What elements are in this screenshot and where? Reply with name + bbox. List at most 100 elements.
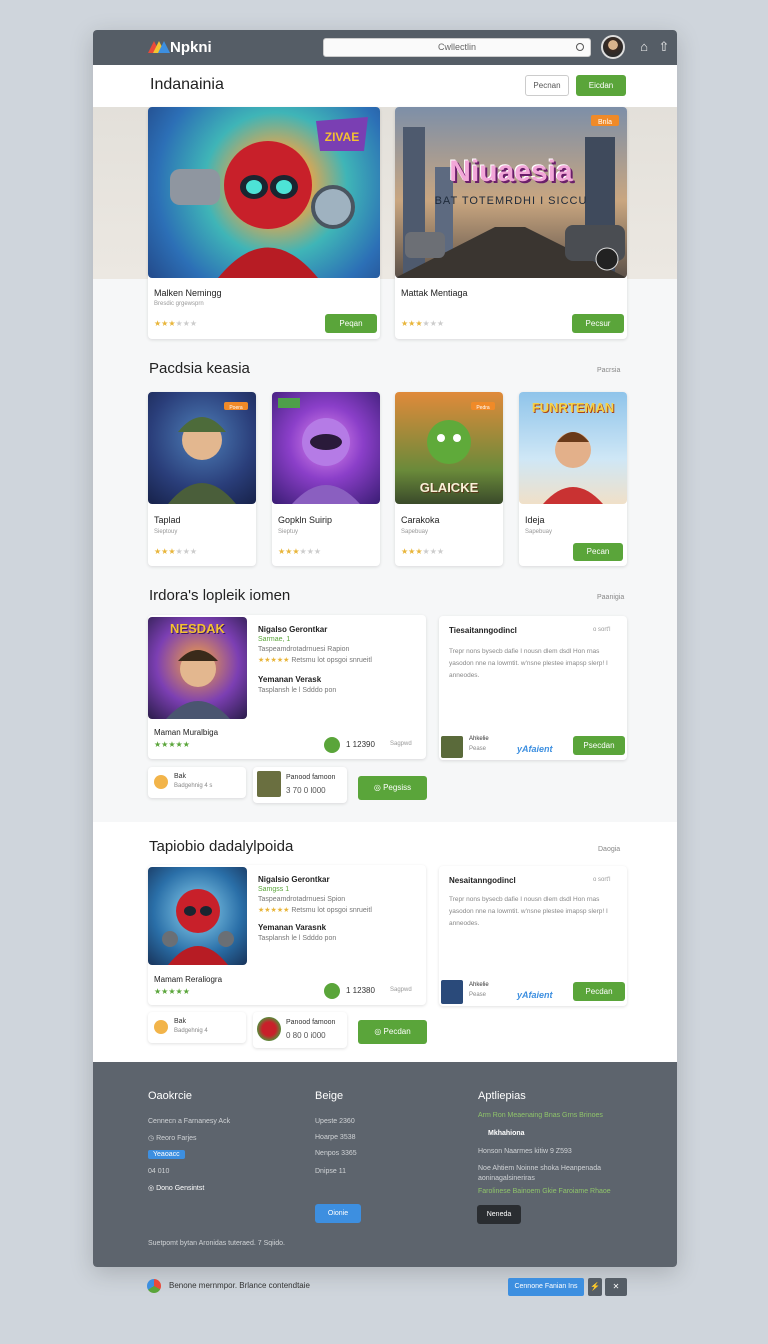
panel-body: Trepr nons bysecb dafie I nousn dlem dsd… (449, 896, 608, 927)
page-title: Indanainia (150, 76, 224, 93)
primary-button[interactable]: Eicdan (576, 75, 626, 96)
bolt-icon[interactable]: ⚡ (588, 1278, 602, 1296)
chip[interactable]: Bak Badgehnig 4 (148, 1012, 246, 1043)
featured-stars: ★★★★★ (154, 740, 190, 749)
stat-icon (324, 737, 340, 753)
section-link[interactable]: Paanigia (597, 594, 624, 601)
panel-mini-subtitle: Pease (469, 746, 487, 752)
bottom-bar: Benone mernmpor. Brlance contendtaie Cen… (147, 1278, 627, 1298)
chip-icon (154, 775, 168, 789)
panel-mini-title: Ahkelie (469, 982, 489, 988)
app-logo[interactable]: Npkni (148, 38, 212, 56)
featured-caption: Maman Muralbiga (154, 728, 219, 737)
game-card[interactable]: Pedra GLAICKE Carakoka Sapebuay ★★★★★★ (395, 392, 503, 566)
hero-card-button[interactable]: Peqan (325, 314, 377, 333)
panel-body: Trepr nons bysecb dafie I nousn dlem dsd… (449, 648, 608, 679)
footer-text: 04 010 (148, 1168, 170, 1175)
chip-title: Panood famoon (286, 1019, 336, 1026)
featured-card[interactable]: Nigalsio Gerontkar Samgss 1 Taspeamdrota… (148, 865, 426, 1005)
footer-dark-button[interactable]: Neneda (477, 1205, 521, 1224)
action-icon: ◎ (374, 1027, 384, 1036)
game-card[interactable]: FUNRTEMAN Ideja Sapebuay Pecan (519, 392, 627, 566)
game-card[interactable]: Poera Taplad Sieptouy ★★★★★★ (148, 392, 256, 566)
section-link[interactable]: Pacrsia (597, 367, 620, 374)
panel-button[interactable]: Pecdan (573, 982, 625, 1001)
game-subtitle: Sieptouy (154, 529, 178, 535)
user-avatar[interactable] (601, 35, 625, 59)
game-card-button[interactable]: Pecan (573, 543, 623, 561)
panel-mini-title: Ahkelie (469, 736, 489, 742)
action-icon: ◎ (373, 783, 384, 792)
featured-art (148, 867, 247, 965)
featured-card[interactable]: NESDAK Nigalso Gerontkar Sarmae, 1 Taspe… (148, 615, 426, 759)
search-placeholder: Cwllectlin (437, 42, 476, 52)
chip-title: Panood famoon (286, 774, 336, 781)
footer-text: Mkhahiona (488, 1130, 525, 1137)
section-action-button[interactable]: ◎ Pegsiss (358, 776, 427, 800)
game-subtitle: Sapebuay (401, 529, 429, 535)
game-card[interactable]: Gopkln Suirip Sieptuy ★★★★★★ (272, 392, 380, 566)
panel-mini-subtitle: Pease (469, 992, 487, 998)
hero-card-button[interactable]: Pecsur (572, 314, 624, 333)
rating-stars: ★★★★★★ (278, 547, 322, 556)
game-art (272, 392, 380, 504)
footer-link[interactable]: Cennecn a Farnanesy Ack (148, 1118, 230, 1125)
svg-text:ZIVAE: ZIVAE (325, 130, 359, 144)
chip-subtitle: Badgehnig 4 s (174, 783, 213, 789)
footer-link[interactable]: Farolinese Bainoem Gkie Faroiame Rhaoe (478, 1188, 611, 1195)
footer-row: Dnipse 11 (315, 1168, 347, 1175)
featured-tag: Samgss 1 (258, 886, 290, 893)
section-action-button[interactable]: ◎ Pecdan (358, 1020, 427, 1044)
upload-icon[interactable]: ⇧ (657, 40, 671, 54)
featured-stat-label: Sagpwd (390, 741, 412, 747)
section-title: Pacdsia keasia (149, 360, 250, 377)
game-art: Pedra GLAICKE (395, 392, 503, 504)
featured-subdescription: Tasplansh le l Sdddo pon (258, 935, 337, 942)
featured-subdescription: Tasplansh le l Sdddo pon (258, 687, 337, 694)
footer-link[interactable]: Arm Ron Meaenaing Bnas Grns Brinoes (478, 1112, 603, 1119)
globe-icon: ◎ (148, 1185, 157, 1192)
footer-link[interactable]: ◎ Dono Gensintst (148, 1184, 204, 1192)
close-icon[interactable]: ✕ (605, 1278, 627, 1296)
game-title: Taplad (154, 515, 181, 525)
game-badge: Poera (229, 405, 243, 411)
footer-badge: Yeaoacc (148, 1150, 185, 1159)
chip[interactable]: Panood famoon 0 80 0 i000 (253, 1012, 347, 1048)
footer-button[interactable]: Oionie (315, 1204, 361, 1223)
footer-row: Hoarpe 3538 (315, 1134, 356, 1141)
hero-art-badge: Bnla (598, 119, 612, 126)
chip-title: Bak (174, 1018, 187, 1025)
featured-subname: Yemanan Verask (258, 675, 322, 684)
chip-subtitle: 3 70 0 l000 (286, 786, 326, 795)
featured-art: NESDAK (148, 617, 247, 719)
panel-button[interactable]: Psecdan (573, 736, 625, 755)
outline-button[interactable]: Pecnan (525, 75, 569, 96)
chip-icon (154, 1020, 168, 1034)
rating-stars: ★★★★★★ (154, 547, 198, 556)
hero-card-2[interactable]: Bnla Niuaesia BAT TOTEMRDHI I SICCU Matt… (395, 107, 627, 339)
hero-art-1: ZIVAE (148, 107, 380, 278)
game-subtitle: Sapebuay (525, 529, 553, 535)
game-title: Gopkln Suirip (278, 515, 333, 525)
search-input[interactable]: Cwllectlin (323, 38, 591, 57)
hero-art-2: Bnla Niuaesia BAT TOTEMRDHI I SICCU (395, 107, 627, 278)
featured-stat-label: Sagpwd (390, 987, 412, 993)
footer-link[interactable]: ◷ Reoro Farjes (148, 1134, 197, 1142)
featured-description: Taspeamdrotadrnuesi Spion (258, 896, 346, 903)
footer-col1-title: Oaokrcie (148, 1090, 193, 1102)
hero-card-1[interactable]: ZIVAE Malken Nemingg Bresdic grgewsprn ★… (148, 107, 380, 339)
chip[interactable]: Bak Badgehnig 4 s (148, 767, 246, 798)
chip-title: Bak (174, 773, 187, 780)
hero-card-subtitle: Bresdic grgewsprn (154, 301, 204, 307)
section-link[interactable]: Daogia (598, 846, 620, 853)
info-panel: Tiesaitanngodincl o sort'l Trepr nons by… (439, 616, 627, 760)
hero-art-subtitle: BAT TOTEMRDHI I SICCU (434, 195, 588, 207)
featured-name: Nigalso Gerontkar (258, 625, 328, 634)
home-icon[interactable]: ⌂ (637, 40, 651, 54)
game-badge: Pedra (476, 405, 490, 411)
bottom-bar-button[interactable]: Cennone Fanian Ins (508, 1278, 584, 1296)
chip-subtitle: 0 80 0 i000 (286, 1031, 326, 1040)
rating-stars: ★★★★★★ (154, 319, 198, 328)
chip[interactable]: Panood famoon 3 70 0 l000 (253, 767, 347, 803)
featured-description: Taspeamdrotadrnuesi Rapion (258, 646, 350, 653)
